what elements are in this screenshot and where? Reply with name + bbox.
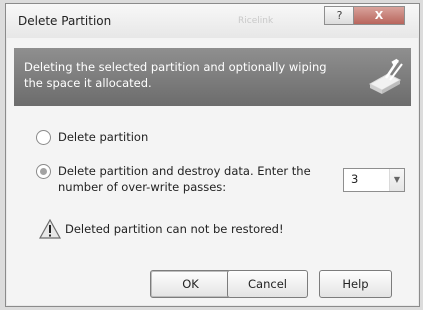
spin-down-icon[interactable]: ▼ [389,169,404,191]
warning-triangle-icon [39,219,61,239]
dialog-title: Delete Partition [18,14,112,28]
help-titlebar-button[interactable]: ? [324,6,355,25]
cancel-button[interactable]: Cancel [227,270,308,298]
passes-value[interactable]: 3 [351,172,358,186]
ok-button[interactable]: OK [150,270,231,298]
banner-description: Deleting the selected partition and opti… [24,60,327,90]
title-bar[interactable]: Delete Partition Ricelink ? X [6,4,419,38]
background-ghost-text: Ricelink [238,16,274,26]
help-button[interactable]: Help [319,270,392,298]
delete-destroy-label-line2[interactable]: number of over-write passes: [58,179,226,195]
eraser-wipe-icon [368,58,403,94]
close-button[interactable]: X [353,6,405,25]
delete-destroy-radio[interactable] [36,164,51,179]
passes-spinbox[interactable]: 3 ▼ [343,168,405,192]
warning-text: Deleted partition can not be restored! [65,222,284,236]
delete-partition-label[interactable]: Delete partition [58,129,148,145]
delete-partition-dialog: Delete Partition Ricelink ? X Deleting t… [5,3,420,307]
header-banner: Deleting the selected partition and opti… [14,48,411,106]
delete-partition-radio[interactable] [36,130,51,145]
delete-destroy-label-line1[interactable]: Delete partition and destroy data. Enter… [58,163,311,179]
